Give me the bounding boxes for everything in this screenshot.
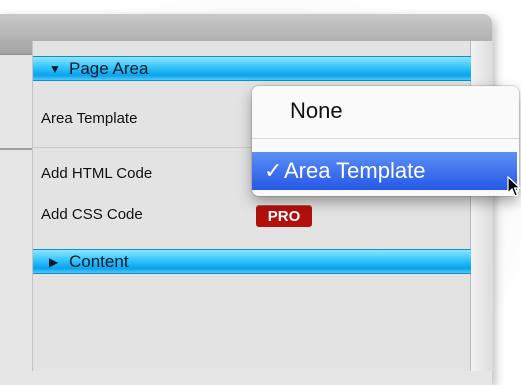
section-header-page-area[interactable]: ▼ Page Area bbox=[33, 56, 471, 81]
row-label-add-html-code: Add HTML Code bbox=[41, 165, 153, 182]
section-header-content[interactable]: ▶ Content bbox=[33, 249, 471, 274]
triangle-right-icon: ▶ bbox=[49, 254, 59, 269]
menu-item-area-template[interactable]: ✓ Area Template bbox=[252, 152, 517, 190]
pro-badge: PRO bbox=[256, 205, 312, 227]
section-header-label: Content bbox=[69, 251, 129, 271]
row-label-add-css-code: Add CSS Code bbox=[41, 206, 143, 223]
triangle-down-icon: ▼ bbox=[49, 61, 61, 76]
mouse-pointer-icon bbox=[507, 176, 521, 197]
section-header-label: Page Area bbox=[69, 58, 149, 78]
menu-item-none[interactable]: None bbox=[252, 92, 519, 130]
menu-separator bbox=[252, 138, 519, 139]
row-label-area-template: Area Template bbox=[41, 110, 138, 127]
left-gray-bar bbox=[0, 148, 33, 150]
area-template-dropdown-menu: None ✓ Area Template bbox=[252, 86, 519, 196]
checkmark-icon: ✓ bbox=[264, 158, 283, 183]
menu-item-label: None bbox=[290, 98, 343, 123]
menu-item-label: Area Template bbox=[284, 158, 426, 183]
